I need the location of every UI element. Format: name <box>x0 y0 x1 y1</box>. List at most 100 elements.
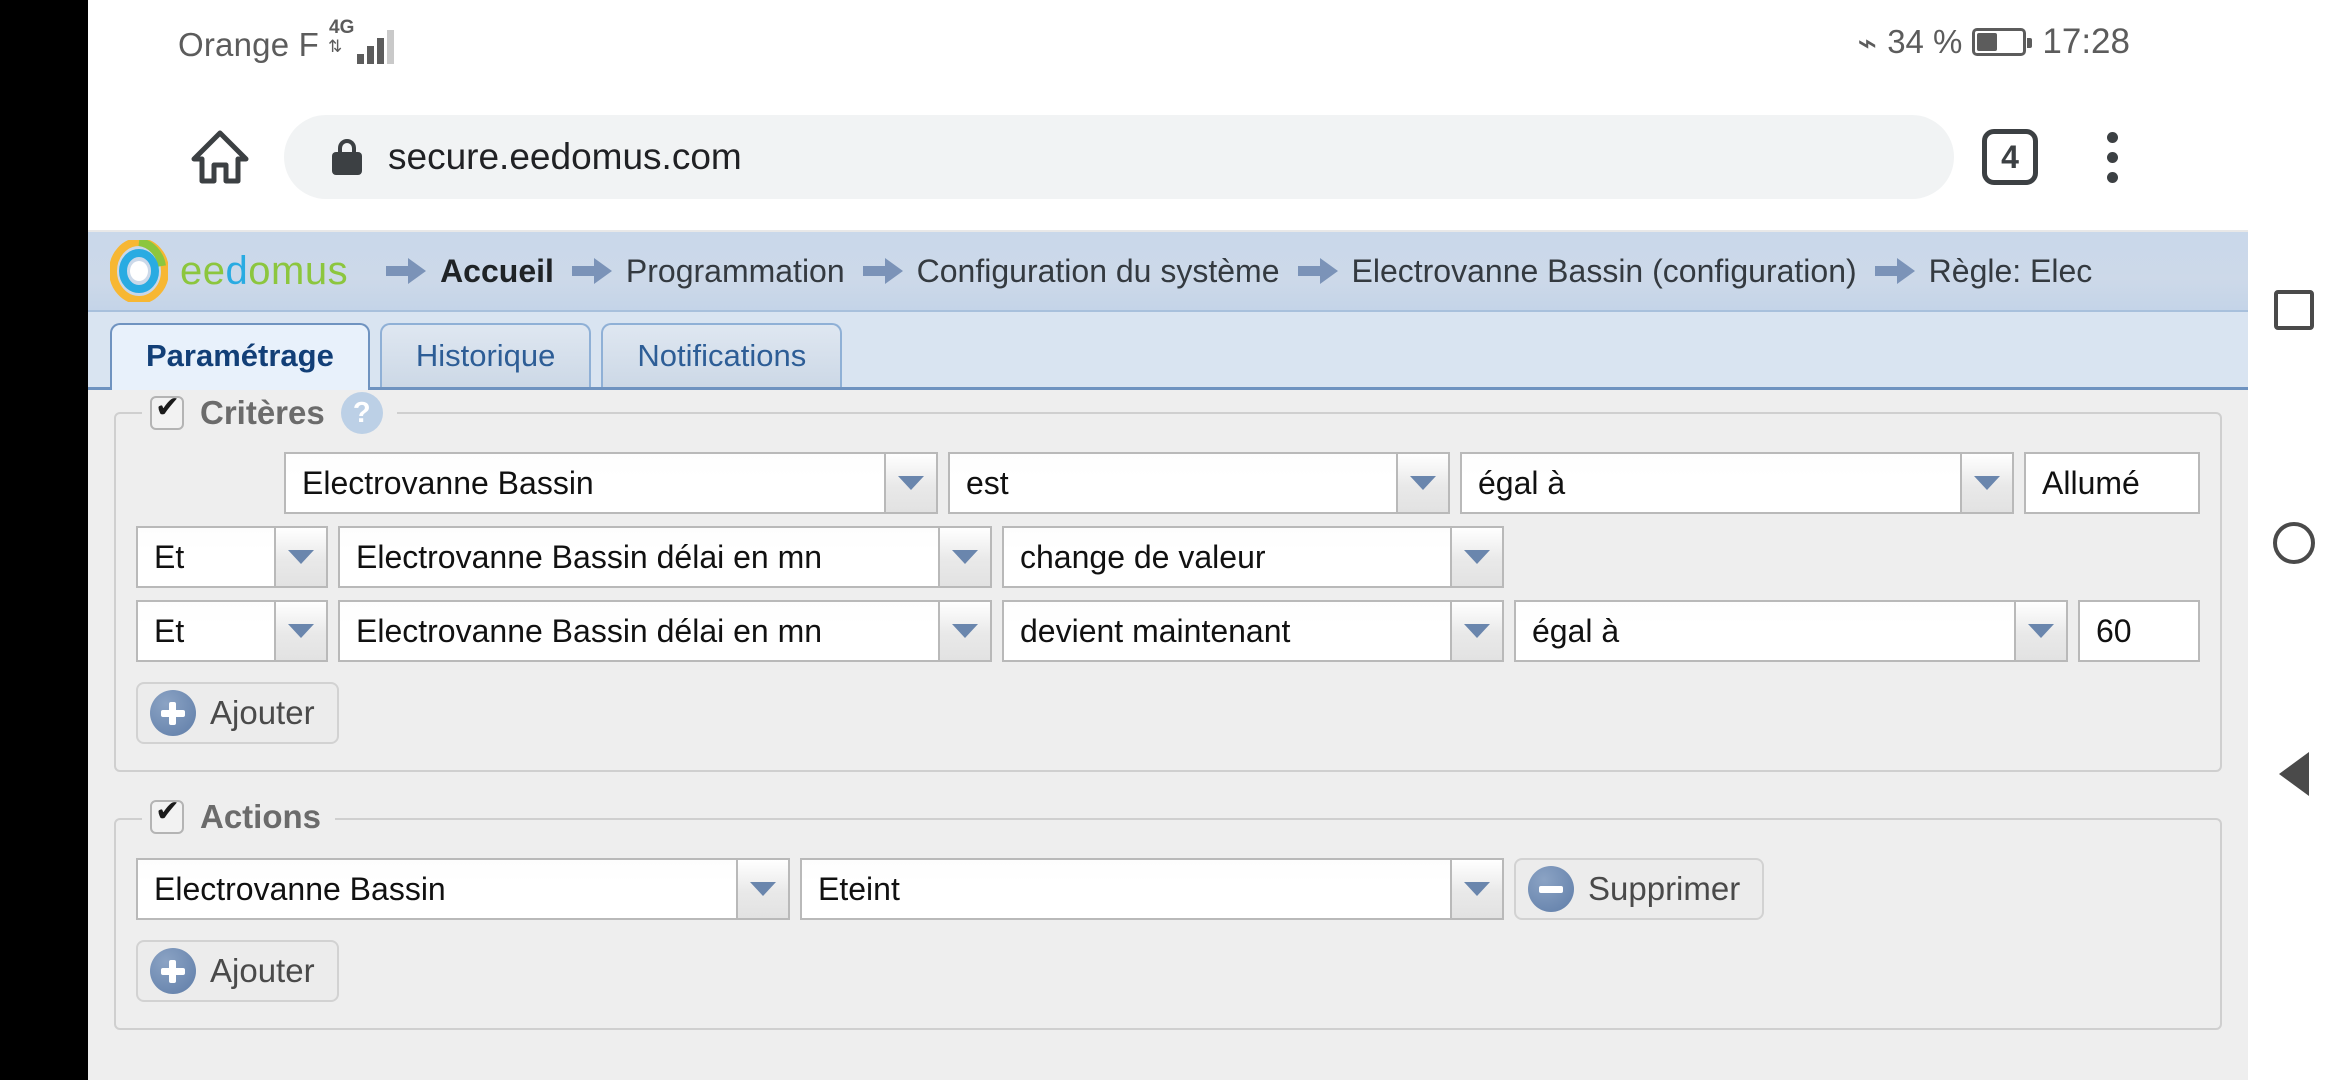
breadcrumb-item-3[interactable]: Electrovanne Bassin (configuration) <box>1297 252 1857 290</box>
carrier-group: Orange F 4G ⇅ <box>178 18 399 64</box>
minus-circle-icon <box>1528 866 1574 912</box>
breadcrumb-item-2[interactable]: Configuration du système <box>862 252 1280 290</box>
criteria-operator-value: change de valeur <box>1002 526 1450 588</box>
phone-screenshot: Orange F 4G ⇅ ⌁ 34 % 17:28 secure.eedomu… <box>0 0 2340 1080</box>
criteria-row: Et Electrovanne Bassin délai en mn chang… <box>136 526 2200 588</box>
breadcrumb-label: Accueil <box>440 252 554 289</box>
eedomus-logo[interactable]: eedomus <box>110 240 348 302</box>
chevron-down-icon[interactable] <box>274 600 328 662</box>
actions-add-label: Ajouter <box>210 952 315 989</box>
breadcrumb: Accueil Programmation Configuration du s… <box>386 253 2110 290</box>
criteria-device-value: Electrovanne Bassin <box>284 452 884 514</box>
criteria-legend: Critères ? <box>142 392 397 434</box>
help-icon[interactable]: ? <box>340 392 383 434</box>
action-device-value: Electrovanne Bassin <box>136 858 736 920</box>
criteria-operator-value: est <box>948 452 1396 514</box>
tab-strip: Paramétrage Historique Notifications <box>88 312 2248 390</box>
battery-icon <box>1972 28 2033 56</box>
eedomus-page: eedomus Accueil Programmation Configurat… <box>88 232 2248 1080</box>
lock-icon <box>332 139 362 175</box>
phone-screen: Orange F 4G ⇅ ⌁ 34 % 17:28 secure.eedomu… <box>88 0 2248 1080</box>
arrow-right-icon <box>571 258 612 284</box>
chevron-down-icon[interactable] <box>736 858 790 920</box>
chevron-down-icon[interactable] <box>1450 600 1504 662</box>
criteria-fieldset: Critères ? Electrovanne Bassin est <box>114 392 2222 772</box>
breadcrumb-label: Configuration du système <box>916 252 1280 289</box>
home-icon[interactable] <box>178 115 262 199</box>
chevron-down-icon[interactable] <box>1960 452 2014 514</box>
criteria-comparator-select[interactable]: égal à <box>1460 452 2014 514</box>
criteria-add-label: Ajouter <box>210 694 315 731</box>
action-delete-label: Supprimer <box>1588 870 1741 907</box>
bluetooth-icon: ⌁ <box>1857 23 1878 61</box>
criteria-legend-label: Critères <box>200 394 325 431</box>
criteria-row: Et Electrovanne Bassin délai en mn devie… <box>136 600 2200 662</box>
action-delete-button[interactable]: Supprimer <box>1514 858 1765 920</box>
criteria-operator-select[interactable]: est <box>948 452 1450 514</box>
network-indicator: 4G ⇅ <box>327 18 399 64</box>
criteria-device-select[interactable]: Electrovanne Bassin délai en mn <box>338 526 992 588</box>
tab-parametrage[interactable]: Paramétrage <box>110 323 370 390</box>
address-bar[interactable]: secure.eedomus.com <box>284 115 1954 199</box>
criteria-operator-value: devient maintenant <box>1002 600 1450 662</box>
actions-add-button[interactable]: Ajouter <box>136 940 339 1002</box>
tab-historique[interactable]: Historique <box>379 323 592 387</box>
chevron-down-icon[interactable] <box>884 452 938 514</box>
criteria-add-button[interactable]: Ajouter <box>136 682 339 744</box>
criteria-comparator-value: égal à <box>1460 452 1960 514</box>
square-recents-icon[interactable] <box>2274 290 2314 330</box>
criteria-comparator-select[interactable]: égal à <box>1514 600 2068 662</box>
arrow-right-icon <box>862 258 903 284</box>
tab-counter-button[interactable]: 4 <box>1982 129 2038 185</box>
breadcrumb-label: Programmation <box>625 252 845 289</box>
action-device-select[interactable]: Electrovanne Bassin <box>136 858 790 920</box>
criteria-checkbox[interactable] <box>150 393 184 430</box>
chevron-down-icon[interactable] <box>1450 858 1504 920</box>
clock-label: 17:28 <box>2042 22 2130 61</box>
breadcrumb-item-4[interactable]: Règle: Elec <box>1874 253 2092 290</box>
criteria-conjunction-select[interactable]: Et <box>136 600 328 662</box>
arrow-right-icon <box>1874 258 1915 284</box>
criteria-operator-select[interactable]: change de valeur <box>1002 526 1504 588</box>
arrow-right-icon <box>386 258 427 284</box>
breadcrumb-label: Electrovanne Bassin (configuration) <box>1351 252 1857 289</box>
chevron-down-icon[interactable] <box>938 600 992 662</box>
action-state-value: Eteint <box>800 858 1450 920</box>
eedomus-logo-icon <box>110 240 168 302</box>
navigation-bar <box>2248 0 2340 1080</box>
chevron-down-icon[interactable] <box>2014 600 2068 662</box>
battery-percent-label: 34 % <box>1887 23 1963 60</box>
criteria-conjunction-select[interactable]: Et <box>136 526 328 588</box>
carrier-name: Orange F <box>178 26 319 63</box>
breadcrumb-item-1[interactable]: Programmation <box>571 252 845 290</box>
criteria-device-value: Electrovanne Bassin délai en mn <box>338 526 938 588</box>
signal-bars-icon <box>357 30 394 64</box>
triangle-back-icon[interactable] <box>2279 752 2309 796</box>
overflow-menu-icon[interactable] <box>2070 131 2154 183</box>
browser-toolbar: secure.eedomus.com 4 <box>88 84 2248 232</box>
chevron-down-icon[interactable] <box>274 526 328 588</box>
actions-checkbox[interactable] <box>150 797 184 834</box>
criteria-value-input[interactable]: 60 <box>2078 600 2200 662</box>
url-text: secure.eedomus.com <box>388 136 742 177</box>
chevron-down-icon[interactable] <box>1450 526 1504 588</box>
criteria-value-input[interactable]: Allumé <box>2024 452 2200 514</box>
chevron-down-icon[interactable] <box>1396 452 1450 514</box>
criteria-operator-select[interactable]: devient maintenant <box>1002 600 1504 662</box>
criteria-conjunction-value: Et <box>136 600 274 662</box>
eedomus-logo-text: eedomus <box>180 248 349 293</box>
criteria-device-value: Electrovanne Bassin délai en mn <box>338 600 938 662</box>
data-transfer-icon: ⇅ <box>328 37 342 56</box>
plus-circle-icon <box>150 948 196 994</box>
action-state-select[interactable]: Eteint <box>800 858 1504 920</box>
criteria-device-select[interactable]: Electrovanne Bassin <box>284 452 938 514</box>
tab-notifications[interactable]: Notifications <box>601 323 843 387</box>
circle-home-icon[interactable] <box>2273 522 2315 564</box>
left-bezel <box>0 0 88 1080</box>
breadcrumb-item-0[interactable]: Accueil <box>386 253 554 290</box>
action-row: Electrovanne Bassin Eteint Supprimer <box>136 858 2200 920</box>
chevron-down-icon[interactable] <box>938 526 992 588</box>
criteria-row: Electrovanne Bassin est égal à Allumé <box>136 452 2200 514</box>
criteria-conjunction-value: Et <box>136 526 274 588</box>
criteria-device-select[interactable]: Electrovanne Bassin délai en mn <box>338 600 992 662</box>
